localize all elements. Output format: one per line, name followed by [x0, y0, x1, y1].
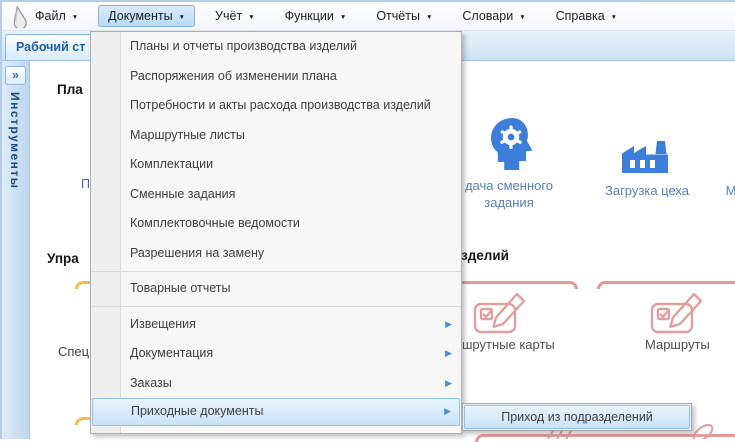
menu-item-kitting-lists[interactable]: Комплектовочные ведомости	[91, 209, 461, 239]
menubar-item-file-label: Файл	[35, 9, 66, 23]
caret-down-icon: ▼	[519, 14, 525, 21]
menu-item-documentation[interactable]: Документация ▶	[91, 339, 461, 369]
route-cards-icon[interactable]	[472, 292, 528, 342]
salmon-card-top	[597, 281, 735, 289]
menu-item-label: Заказы	[130, 376, 172, 390]
menubar-item-accounting-label: Учёт	[215, 9, 242, 23]
caret-down-icon: ▼	[72, 14, 78, 21]
window-border-top	[0, 0, 735, 2]
menu-item-label: Сменные задания	[130, 187, 235, 201]
menu-item-label: Разрешения на замену	[130, 246, 264, 260]
caret-down-icon: ▼	[340, 14, 346, 21]
menu-item-label: Приходные документы	[131, 404, 263, 418]
menu-item-plan-change-orders[interactable]: Распоряжения об изменении плана	[91, 62, 461, 92]
shortcut-right-label-fragment[interactable]: М	[721, 183, 735, 200]
menubar: Файл ▼ Документы ▼ Учёт ▼ Функции ▼ Отчё…	[2, 2, 735, 31]
menubar-item-reports[interactable]: Отчёты ▼	[366, 5, 442, 27]
section-heading-management: Упра	[47, 251, 79, 266]
menubar-item-file[interactable]: Файл ▼	[25, 5, 88, 27]
menu-item-orders[interactable]: Заказы ▶	[91, 369, 461, 399]
menubar-item-help[interactable]: Справка ▼	[546, 5, 627, 27]
shortcut-workshop-load-label[interactable]: Загрузка цеха	[597, 183, 697, 200]
label-route-cards-fragment: шрутные карты	[462, 337, 555, 352]
menubar-item-help-label: Справка	[556, 9, 605, 23]
desktop-link-fragment[interactable]: П	[81, 177, 90, 191]
menu-item-label: Извещения	[130, 317, 196, 331]
menu-separator	[91, 271, 461, 272]
menu-item-goods-reports[interactable]: Товарные отчеты	[91, 274, 461, 304]
tab-desktop[interactable]: Рабочий ст	[5, 34, 100, 60]
caret-down-icon: ▼	[248, 14, 254, 21]
menubar-item-documents-label: Документы	[108, 9, 172, 23]
menu-item-incoming-documents[interactable]: Приходные документы ▶	[92, 398, 460, 426]
expand-panel-button[interactable]: »	[5, 66, 26, 85]
submenu-item-receipt-from-departments[interactable]: Приход из подразделений	[464, 405, 690, 429]
menu-separator	[91, 306, 461, 307]
menubar-item-documents[interactable]: Документы ▼	[98, 5, 195, 27]
menu-item-needs-consumption-acts[interactable]: Потребности и акты расхода производства …	[91, 91, 461, 121]
menu-item-label: Документация	[130, 346, 213, 360]
menu-item-label: Товарные отчеты	[130, 281, 231, 295]
tools-panel: » Инструменты	[2, 61, 30, 439]
menu-item-notifications[interactable]: Извещения ▶	[91, 310, 461, 340]
workshop-load-factory-icon[interactable]	[619, 141, 671, 173]
menubar-item-functions-label: Функции	[285, 9, 334, 23]
window-border-left	[0, 0, 2, 439]
app-logo-drop-icon	[9, 6, 28, 28]
section-heading-planning: Пла	[57, 82, 83, 97]
submenu-arrow-icon: ▶	[445, 339, 452, 369]
label-specifications-fragment: Спец	[58, 344, 89, 359]
menubar-item-reports-label: Отчёты	[376, 9, 420, 23]
submenu-arrow-icon: ▶	[444, 399, 451, 425]
menu-item-shift-tasks[interactable]: Сменные задания	[91, 180, 461, 210]
documents-dropdown-menu: Планы и отчеты производства изделий Расп…	[90, 31, 462, 434]
submenu-arrow-icon: ▶	[445, 310, 452, 340]
menu-item-replacement-permissions[interactable]: Разрешения на замену	[91, 239, 461, 269]
tools-panel-title: Инструменты	[8, 92, 22, 190]
pen-tip-icon-fragment	[545, 431, 577, 439]
menubar-item-functions[interactable]: Функции ▼	[275, 5, 357, 27]
caret-down-icon: ▼	[611, 14, 617, 21]
menu-item-label: Распоряжения об изменении плана	[130, 69, 337, 83]
menubar-item-dictionaries[interactable]: Словари ▼	[452, 5, 535, 27]
routes-icon[interactable]	[649, 292, 705, 342]
shortcut-shift-task-label[interactable]: дача сменного задания	[462, 178, 556, 212]
caret-down-icon: ▼	[426, 14, 432, 21]
menu-item-label: Маршрутные листы	[130, 128, 245, 142]
menu-item-label: Планы и отчеты производства изделий	[130, 39, 357, 53]
menu-item-route-sheets[interactable]: Маршрутные листы	[91, 121, 461, 151]
incoming-documents-submenu: Приход из подразделений	[462, 403, 692, 431]
menubar-item-accounting[interactable]: Учёт ▼	[205, 5, 265, 27]
menu-item-label: Потребности и акты расхода производства …	[130, 98, 431, 112]
label-routes: Маршруты	[645, 337, 710, 352]
menu-item-production-plans-reports[interactable]: Планы и отчеты производства изделий	[91, 32, 461, 62]
section-heading-management-right: зделий	[461, 248, 509, 263]
menu-item-kitting[interactable]: Комплектации	[91, 150, 461, 180]
caret-down-icon: ▼	[179, 14, 185, 21]
submenu-arrow-icon: ▶	[445, 369, 452, 399]
menu-item-label: Комплектовочные ведомости	[130, 216, 300, 230]
menu-item-label: Комплектации	[130, 157, 213, 171]
shift-task-head-gear-icon[interactable]	[482, 116, 538, 173]
menubar-item-dictionaries-label: Словари	[462, 9, 513, 23]
